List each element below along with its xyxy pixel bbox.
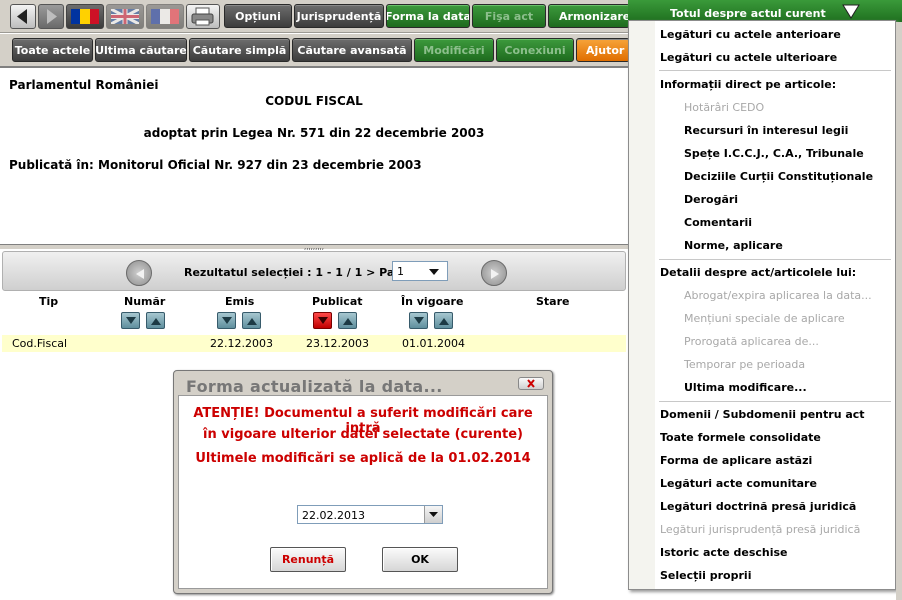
menu-item-domenii[interactable]: Domenii / Subdomenii pentru act [660, 408, 865, 421]
menu-separator [659, 259, 891, 260]
menu-item-acte-ulterioare[interactable]: Legături cu actele ulterioare [660, 51, 837, 64]
cancel-button[interactable]: Renunță [270, 547, 346, 572]
next-page-button[interactable] [481, 260, 507, 286]
modificari-button[interactable]: Modificări [414, 38, 494, 62]
menu-item-forma-astazi[interactable]: Forma de aplicare astăzi [660, 454, 812, 467]
sort-desc-icon[interactable] [313, 312, 332, 329]
menu-item-jurisprudenta-presa[interactable]: Legături jurisprudență presă juridică [660, 523, 860, 536]
chevron-down-icon [842, 4, 860, 19]
print-icon[interactable] [186, 4, 220, 29]
app-window: Opțiuni Jurisprudență Forma la data Fişa… [0, 0, 902, 600]
page-select[interactable]: 1 [392, 261, 448, 281]
menu-separator [659, 70, 891, 71]
menu-item-comentarii[interactable]: Comentarii [684, 216, 752, 229]
toate-actele-button[interactable]: Toate actele [12, 38, 93, 62]
sort-asc-icon[interactable] [146, 312, 165, 329]
menu-item-doctrina[interactable]: Legături doctrină presă juridică [660, 500, 856, 513]
dialog-title: Forma actualizată la data... [186, 377, 443, 396]
cell-publicat: 23.12.2003 [306, 337, 369, 350]
romanian-flag-icon[interactable] [66, 4, 104, 29]
ok-button[interactable]: OK [382, 547, 458, 572]
menu-item-informatii-articole[interactable]: Informații direct pe articole: [660, 78, 836, 91]
table-row[interactable]: Cod.Fiscal 22.12.2003 23.12.2003 01.01.2… [2, 335, 626, 352]
menu-item-decizii-cc[interactable]: Deciziile Curții Constituționale [684, 170, 873, 183]
sort-desc-icon[interactable] [409, 312, 428, 329]
menu-item-ultima-modificare[interactable]: Ultima modificare... [684, 381, 807, 394]
context-menu-header[interactable]: Totul despre actul curent [628, 0, 902, 22]
ajutor-button[interactable]: Ajutor [576, 38, 630, 62]
search-toolbar: Toate actele Ultima căutare Căutare simp… [0, 34, 630, 68]
menu-item-detalii-act[interactable]: Detalii despre act/articolele lui: [660, 266, 856, 279]
cautare-avansata-button[interactable]: Căutare avansată [292, 38, 412, 62]
date-select[interactable]: 22.02.2013 [297, 505, 443, 524]
close-icon[interactable] [518, 377, 544, 390]
published-line: Publicată în: Monitorul Oficial Nr. 927 … [9, 158, 422, 172]
menu-item-istoric[interactable]: Istoric acte deschise [660, 546, 788, 559]
forma-la-data-button[interactable]: Forma la data [386, 4, 470, 28]
menu-separator [659, 401, 891, 402]
last-change-line: Ultimele modificări se aplică de la 01.0… [195, 451, 531, 466]
sort-asc-icon[interactable] [242, 312, 261, 329]
menu-item-acte-comunitare[interactable]: Legături acte comunitare [660, 477, 817, 490]
document-header: Parlamentul României CODUL FISCAL adopta… [0, 70, 628, 245]
page-value: 1 [397, 265, 404, 278]
menu-item-mentiuni[interactable]: Mențiuni speciale de aplicare [684, 312, 845, 325]
forma-actualizata-dialog: Forma actualizată la data... ATENȚIE! Do… [173, 370, 553, 594]
pane-splitter[interactable]: ,,,,,,,,, [0, 244, 628, 251]
cell-tip: Cod.Fiscal [12, 337, 68, 350]
optiuni-button[interactable]: Opțiuni [224, 4, 292, 28]
fisa-act-button[interactable]: Fişa act [472, 4, 546, 28]
jurisprudenta-button[interactable]: Jurisprudență [294, 4, 384, 28]
menu-item-recursuri[interactable]: Recursuri în interesul legii [684, 124, 848, 137]
menu-item-derogari[interactable]: Derogări [684, 193, 738, 206]
conexiuni-button[interactable]: Conexiuni [496, 38, 574, 62]
menu-header-label: Totul despre actul curent [670, 7, 826, 20]
armonizare-button[interactable]: Armonizare [548, 4, 630, 28]
menu-item-hotarari-cedo[interactable]: Hotărâri CEDO [684, 101, 764, 114]
col-header-emis[interactable]: Emis [225, 295, 254, 308]
document-title: CODUL FISCAL [265, 94, 363, 108]
menu-item-temporar[interactable]: Temporar pe perioada [684, 358, 805, 371]
menu-item-abrogat[interactable]: Abrogat/expira aplicarea la data... [684, 289, 872, 302]
col-header-in-vigoare[interactable]: În vigoare [401, 295, 463, 308]
col-header-stare[interactable]: Stare [536, 295, 570, 308]
menu-item-forme-consolidate[interactable]: Toate formele consolidate [660, 431, 821, 444]
uk-flag-icon[interactable] [106, 4, 144, 29]
col-header-tip[interactable]: Tip [39, 295, 58, 308]
issuer-label: Parlamentul României [9, 78, 159, 92]
cell-emis: 22.12.2003 [210, 337, 273, 350]
sort-desc-icon[interactable] [121, 312, 140, 329]
menu-item-prorogata[interactable]: Prorogată aplicarea de... [684, 335, 819, 348]
sort-asc-icon[interactable] [338, 312, 357, 329]
warning-line-2: în vigoare ulterior datei selectate (cur… [203, 427, 523, 442]
cautare-simpla-button[interactable]: Căutare simplă [189, 38, 290, 62]
menu-item-acte-anterioare[interactable]: Legături cu actele anterioare [660, 28, 841, 41]
context-menu: Legături cu actele anterioare Legături c… [628, 20, 896, 590]
window-edge [896, 22, 902, 600]
dropdown-arrow-icon[interactable] [424, 506, 442, 523]
menu-gutter [629, 21, 655, 589]
adopted-line: adoptat prin Legea Nr. 571 din 22 decemb… [143, 126, 485, 140]
col-header-publicat[interactable]: Publicat [312, 295, 363, 308]
results-pager: Rezultatul selecției : 1 - 1 / 1 > Pag: … [2, 251, 626, 291]
sort-desc-icon[interactable] [217, 312, 236, 329]
forward-arrow-icon[interactable] [38, 4, 64, 29]
menu-item-spete[interactable]: Spețe I.C.C.J., C.A., Tribunale [684, 147, 864, 160]
col-header-numar[interactable]: Număr [124, 295, 165, 308]
back-arrow-icon[interactable] [10, 4, 36, 29]
prev-page-button[interactable] [126, 260, 152, 286]
dialog-body: ATENȚIE! Documentul a suferit modificări… [178, 395, 548, 589]
cell-in-vigoare: 01.01.2004 [402, 337, 465, 350]
menu-item-selectii-proprii[interactable]: Selecții proprii [660, 569, 751, 582]
ultima-cautare-button[interactable]: Ultima căutare [95, 38, 187, 62]
main-toolbar: Opțiuni Jurisprudență Forma la data Fişa… [0, 0, 630, 33]
french-flag-icon[interactable] [146, 4, 184, 29]
dropdown-arrow-icon [429, 269, 439, 275]
results-label: Rezultatul selecției : 1 - 1 / 1 > Pag: [184, 266, 407, 279]
menu-item-norme[interactable]: Norme, aplicare [684, 239, 783, 252]
sort-asc-icon[interactable] [434, 312, 453, 329]
date-value: 22.02.2013 [302, 509, 365, 522]
